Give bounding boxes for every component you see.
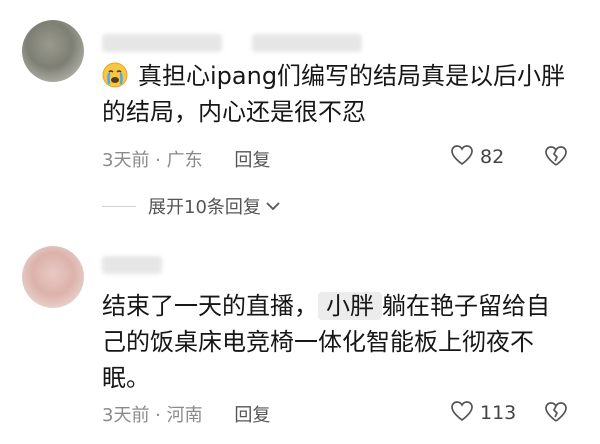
mention-tag[interactable]: 小胖 [318, 292, 382, 320]
like-count: 82 [480, 146, 505, 168]
reply-button[interactable]: 回复 [234, 150, 270, 171]
comment-time: 3天前 [102, 405, 150, 426]
like-button[interactable]: 113 [450, 400, 516, 426]
broken-heart-icon [543, 146, 569, 171]
crying-face-icon [102, 62, 128, 88]
expand-replies-button[interactable]: 展开10条回复 [102, 193, 281, 219]
comment-text: 真担心ipang们编写的结局真是以后小胖的结局，内心还是很不忍 [102, 62, 566, 126]
reply-button[interactable]: 回复 [234, 405, 270, 426]
comment-meta: 3天前 · 广东 回复 [102, 150, 271, 171]
dislike-button[interactable] [543, 145, 569, 171]
comment-item: 结束了一天的直播， 小胖 躺在艳子留给自己的饭桌床电竞椅一体化智能板上彻夜不眠。 3… [0, 232, 600, 444]
user-tag-blurred [252, 34, 362, 52]
like-button[interactable]: 82 [450, 144, 504, 170]
comment-location: 河南 [166, 405, 203, 426]
comment-meta: 3天前 · 河南 回复 [102, 405, 271, 426]
avatar[interactable] [22, 20, 84, 82]
heart-outline-icon [450, 400, 474, 426]
broken-heart-icon [543, 402, 569, 427]
comment-item: 真担心ipang们编写的结局真是以后小胖的结局，内心还是很不忍 3天前 · 广东… [0, 0, 600, 232]
divider-line [102, 205, 136, 207]
comment-text: 结束了一天的直播， 小胖 躺在艳子留给自己的饭桌床电竞椅一体化智能板上彻夜不眠。 [102, 292, 550, 392]
avatar[interactable] [22, 246, 84, 308]
heart-outline-icon [450, 144, 474, 170]
comment-location: 广东 [166, 150, 203, 171]
dislike-button[interactable] [543, 401, 569, 427]
chevron-down-icon [261, 196, 281, 217]
username-blurred[interactable] [102, 256, 162, 274]
username-blurred[interactable] [102, 34, 222, 52]
expand-replies-label: 展开10条回复 [148, 197, 261, 218]
comment-time: 3天前 [102, 150, 150, 171]
like-count: 113 [480, 402, 517, 424]
